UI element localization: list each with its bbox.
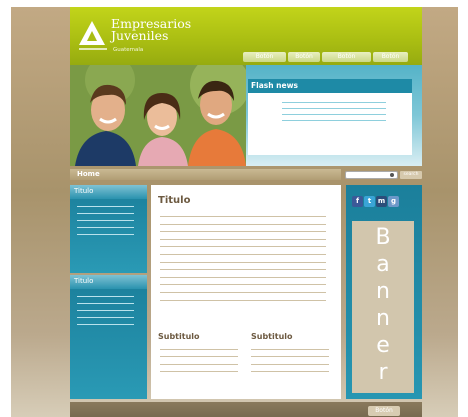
banner-ad[interactable]: B a n n e r	[352, 221, 414, 393]
google-icon[interactable]: g	[388, 196, 399, 207]
main-body-lines	[160, 216, 326, 307]
nav-button-2[interactable]: Botón	[288, 52, 320, 62]
footer-button[interactable]: Botón	[368, 406, 400, 416]
hero-people-illustration	[70, 65, 246, 166]
text-placeholder-line	[251, 363, 329, 365]
facebook-icon[interactable]: f	[352, 196, 363, 207]
text-placeholder-line	[77, 296, 134, 297]
nav-button-3[interactable]: Botón	[322, 52, 371, 62]
text-placeholder-line	[160, 253, 326, 255]
flash-news-lines	[282, 102, 386, 126]
right-column: f t m g B a n n e r	[346, 185, 422, 399]
search-button[interactable]: search	[400, 171, 422, 179]
site-header: Empresarios Juveniles Guatemala Botón Bo…	[70, 7, 422, 65]
subtitle-left: Subtitulo	[158, 332, 200, 341]
text-placeholder-line	[282, 120, 386, 121]
text-placeholder-line	[251, 356, 329, 358]
text-placeholder-line	[160, 231, 326, 233]
sidebar-box-2: Titulo	[70, 275, 147, 399]
text-placeholder-line	[160, 216, 326, 217]
text-placeholder-line	[77, 227, 134, 228]
breadcrumb-bar: Home	[70, 169, 341, 180]
text-placeholder-line	[77, 324, 134, 325]
myspace-icon[interactable]: m	[376, 196, 387, 207]
breadcrumb-home[interactable]: Home	[77, 170, 100, 178]
text-placeholder-line	[160, 370, 238, 372]
twitter-icon[interactable]: t	[364, 196, 375, 207]
nav-button-1[interactable]: Botón	[243, 52, 286, 62]
sidebar-box-title: Titulo	[70, 185, 147, 199]
flash-news-title: Flash news	[251, 81, 298, 90]
banner-letter: r	[378, 360, 388, 385]
banner-letter: n	[376, 279, 390, 304]
text-placeholder-line	[77, 213, 134, 214]
text-placeholder-line	[160, 246, 326, 248]
logo-icon	[79, 21, 105, 45]
hero-photo	[70, 65, 246, 166]
text-placeholder-line	[160, 276, 326, 278]
banner-letter: a	[376, 252, 390, 277]
sidebar-box-lines	[70, 289, 147, 325]
logo-subtitle: Guatemala	[113, 47, 144, 53]
subtitle-right-lines	[251, 349, 329, 378]
text-placeholder-line	[77, 303, 134, 304]
text-placeholder-line	[251, 370, 329, 372]
page-layout: Empresarios Juveniles Guatemala Botón Bo…	[70, 7, 422, 417]
logo-title-line2: Juveniles	[111, 28, 169, 43]
top-nav: Botón Botón Botón Botón	[243, 52, 408, 62]
main-content: Titulo Subtitulo Subtitulo	[151, 185, 341, 399]
social-icons: f t m g	[352, 196, 399, 207]
banner-letter: e	[376, 333, 390, 358]
logo-title: Empresarios Juveniles	[111, 17, 221, 43]
text-placeholder-line	[160, 223, 326, 225]
text-placeholder-line	[160, 261, 326, 263]
text-placeholder-line	[251, 349, 329, 350]
text-placeholder-line	[160, 269, 326, 271]
text-placeholder-line	[77, 220, 134, 221]
text-placeholder-line	[160, 349, 238, 350]
nav-button-4[interactable]: Botón	[373, 52, 408, 62]
text-placeholder-line	[160, 291, 326, 293]
text-placeholder-line	[160, 238, 326, 240]
text-placeholder-line	[160, 299, 326, 301]
sidebar-box-title: Titulo	[70, 275, 147, 289]
search-icon	[390, 173, 394, 177]
text-placeholder-line	[160, 363, 238, 365]
text-placeholder-line	[282, 102, 386, 103]
text-placeholder-line	[77, 317, 134, 318]
main-title: Titulo	[158, 195, 191, 206]
sidebar-box-1: Titulo	[70, 185, 147, 273]
text-placeholder-line	[77, 234, 134, 235]
subtitle-right: Subtitulo	[251, 332, 293, 341]
banner-letter: n	[376, 306, 390, 331]
subtitle-left-lines	[160, 349, 238, 378]
text-placeholder-line	[77, 310, 134, 311]
banner-letter: B	[375, 225, 391, 250]
text-placeholder-line	[77, 206, 134, 207]
text-placeholder-line	[160, 356, 238, 358]
sidebar-box-lines	[70, 199, 147, 235]
text-placeholder-line	[282, 108, 386, 109]
text-placeholder-line	[160, 284, 326, 286]
hero-section: Flash news	[70, 65, 422, 166]
logo-tagline-bar	[79, 48, 107, 50]
text-placeholder-line	[282, 114, 386, 115]
